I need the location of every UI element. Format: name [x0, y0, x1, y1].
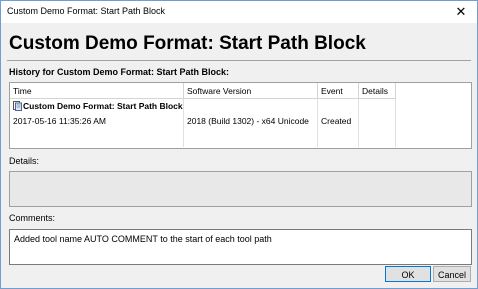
history-label: History for Custom Demo Format: Start Pa…	[9, 67, 230, 77]
row-event: Created	[321, 116, 352, 126]
title-divider	[7, 60, 471, 61]
column-header-software-version[interactable]: Software Version	[184, 83, 318, 99]
row-details	[359, 114, 396, 128]
group-label: Custom Demo Format: Start Path Block	[23, 101, 183, 111]
title-bar[interactable]: Custom Demo Format: Start Path Block ✕	[1, 1, 477, 23]
row-software-version: 2018 (Build 1302) - x64 Unicode	[187, 116, 309, 126]
dialog-window: Custom Demo Format: Start Path Block ✕ C…	[0, 0, 478, 289]
comments-label: Comments:	[9, 213, 56, 223]
history-group-row[interactable]: Custom Demo Format: Start Path Block	[10, 99, 399, 114]
history-table[interactable]: Time Software Version Event Details Cust…	[9, 82, 472, 149]
column-header-details[interactable]: Details	[359, 83, 396, 99]
comments-text: Added tool name AUTO COMMENT to the star…	[14, 234, 272, 244]
document-icon	[13, 101, 22, 111]
column-header-time[interactable]: Time	[10, 83, 184, 99]
comments-field[interactable]: Added tool name AUTO COMMENT to the star…	[9, 229, 472, 265]
details-label: Details:	[9, 156, 40, 166]
close-icon[interactable]: ✕	[445, 1, 477, 23]
ok-button[interactable]: OK	[385, 266, 431, 282]
page-title: Custom Demo Format: Start Path Block	[9, 33, 366, 54]
cancel-button[interactable]: Cancel	[433, 266, 471, 282]
column-header-event[interactable]: Event	[318, 83, 359, 99]
row-time: 2017-05-16 11:35:26 AM	[13, 116, 106, 126]
details-field	[9, 171, 472, 207]
window-title: Custom Demo Format: Start Path Block	[7, 6, 166, 16]
